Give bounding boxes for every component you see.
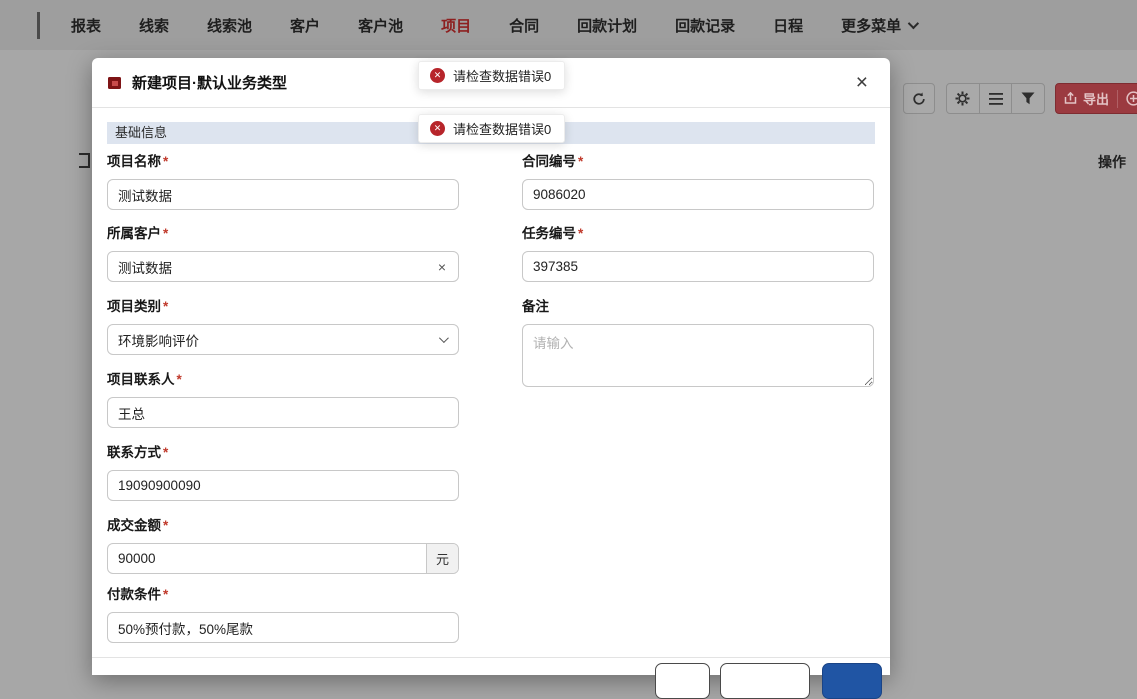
- field-phone: 联系方式: [107, 441, 459, 501]
- nav-item-leads[interactable]: 线索: [120, 15, 188, 36]
- refresh-icon: [911, 91, 927, 107]
- nav-item-payment-plan[interactable]: 回款计划: [558, 15, 656, 36]
- field-contact: 项目联系人: [107, 368, 459, 428]
- modal-title: 新建项目·默认业务类型: [132, 75, 287, 92]
- customer-label: 所属客户: [107, 222, 459, 242]
- phone-label: 联系方式: [107, 441, 459, 461]
- close-icon[interactable]: ×: [856, 69, 868, 97]
- amount-input[interactable]: [108, 544, 426, 573]
- task-no-input[interactable]: [522, 251, 874, 282]
- payment-terms-label: 付款条件: [107, 583, 459, 603]
- chevron-down-icon: [907, 17, 920, 30]
- footer-divider: [92, 657, 890, 658]
- logo-fragment: [37, 12, 40, 39]
- error-toast: ✕ 请检查数据错误0: [418, 114, 565, 143]
- category-label: 项目类别: [107, 295, 459, 315]
- phone-input[interactable]: [107, 470, 459, 501]
- task-no-label: 任务编号: [522, 222, 874, 242]
- contact-label: 项目联系人: [107, 368, 459, 388]
- error-circle-icon: ✕: [430, 121, 445, 136]
- clipped-table-text: [79, 153, 90, 168]
- nav-item-contracts[interactable]: 合同: [490, 15, 558, 36]
- nav-item-customer-pool[interactable]: 客户池: [339, 15, 422, 36]
- nav-item-customers[interactable]: 客户: [271, 15, 339, 36]
- more-menu-label: 更多菜单: [841, 17, 902, 35]
- field-payment-terms: 付款条件: [107, 583, 459, 643]
- error-toast: ✕ 请检查数据错误0: [418, 61, 565, 90]
- customer-select-wrap[interactable]: ×: [107, 251, 459, 282]
- footer-button-1[interactable]: [655, 663, 710, 699]
- nav-item-payment-records[interactable]: 回款记录: [656, 15, 754, 36]
- settings-button[interactable]: [947, 84, 980, 113]
- export-button[interactable]: 导出: [1055, 83, 1137, 114]
- customer-input[interactable]: [108, 252, 426, 281]
- field-customer: 所属客户 ×: [107, 222, 459, 282]
- nav-item-projects[interactable]: 项目: [422, 15, 490, 36]
- footer-primary-button[interactable]: [822, 663, 882, 699]
- new-project-modal: 新建项目·默认业务类型 × 基础信息 项目名称 合同编号 所属客户 × 任务编号…: [92, 58, 890, 699]
- toolbar-divider: [1117, 89, 1119, 108]
- remark-textarea[interactable]: [522, 324, 874, 387]
- field-project-name: 项目名称: [107, 150, 459, 210]
- payment-terms-input[interactable]: [107, 612, 459, 643]
- gear-icon: [955, 91, 970, 106]
- category-selected-value: 环境影响评价: [118, 333, 199, 349]
- contract-no-input[interactable]: [522, 179, 874, 210]
- nav-item-lead-pool[interactable]: 线索池: [188, 15, 271, 36]
- top-nav: 报表 线索 线索池 客户 客户池 项目 合同 回款计划 回款记录 日程 更多菜单: [0, 0, 1137, 50]
- currency-unit-addon: 元: [426, 544, 458, 573]
- filter-icon: [1021, 92, 1035, 105]
- field-category: 项目类别 环境影响评价: [107, 295, 459, 355]
- list-icon: [988, 92, 1003, 105]
- field-task-no: 任务编号: [522, 222, 874, 282]
- nav-items: 报表 线索 线索池 客户 客户池 项目 合同 回款计划 回款记录 日程 更多菜单: [52, 0, 935, 50]
- nav-item-schedule[interactable]: 日程: [754, 15, 822, 36]
- export-label: 导出: [1083, 92, 1110, 107]
- project-name-input[interactable]: [107, 179, 459, 210]
- toast-message: 请检查数据错误0: [453, 69, 552, 84]
- refresh-button[interactable]: [903, 83, 935, 114]
- export-icon: [1064, 92, 1077, 105]
- contract-no-label: 合同编号: [522, 150, 874, 170]
- contact-input[interactable]: [107, 397, 459, 428]
- project-name-label: 项目名称: [107, 150, 459, 170]
- footer-button-2[interactable]: [720, 663, 810, 699]
- field-contract-no: 合同编号: [522, 150, 874, 210]
- nav-item-more-menu[interactable]: 更多菜单: [822, 15, 935, 36]
- remark-label: 备注: [522, 299, 549, 314]
- filter-button[interactable]: [1012, 84, 1044, 113]
- table-toolbar-group: [946, 83, 1045, 114]
- nav-item-reports[interactable]: 报表: [52, 15, 120, 36]
- toast-message: 请检查数据错误0: [453, 122, 552, 137]
- table-operations-header: 操作: [1098, 154, 1126, 170]
- error-circle-icon: ✕: [430, 68, 445, 83]
- chevron-down-icon: [438, 333, 449, 344]
- category-select[interactable]: 环境影响评价: [107, 324, 459, 355]
- project-doc-icon: [107, 75, 123, 91]
- field-remark: 备注: [522, 295, 874, 392]
- add-circle-icon: [1126, 91, 1137, 106]
- field-amount: 成交金额 元: [107, 514, 459, 574]
- amount-input-group: 元: [107, 543, 459, 574]
- amount-label: 成交金额: [107, 514, 459, 534]
- list-view-button[interactable]: [980, 84, 1013, 113]
- clear-icon[interactable]: ×: [426, 259, 458, 275]
